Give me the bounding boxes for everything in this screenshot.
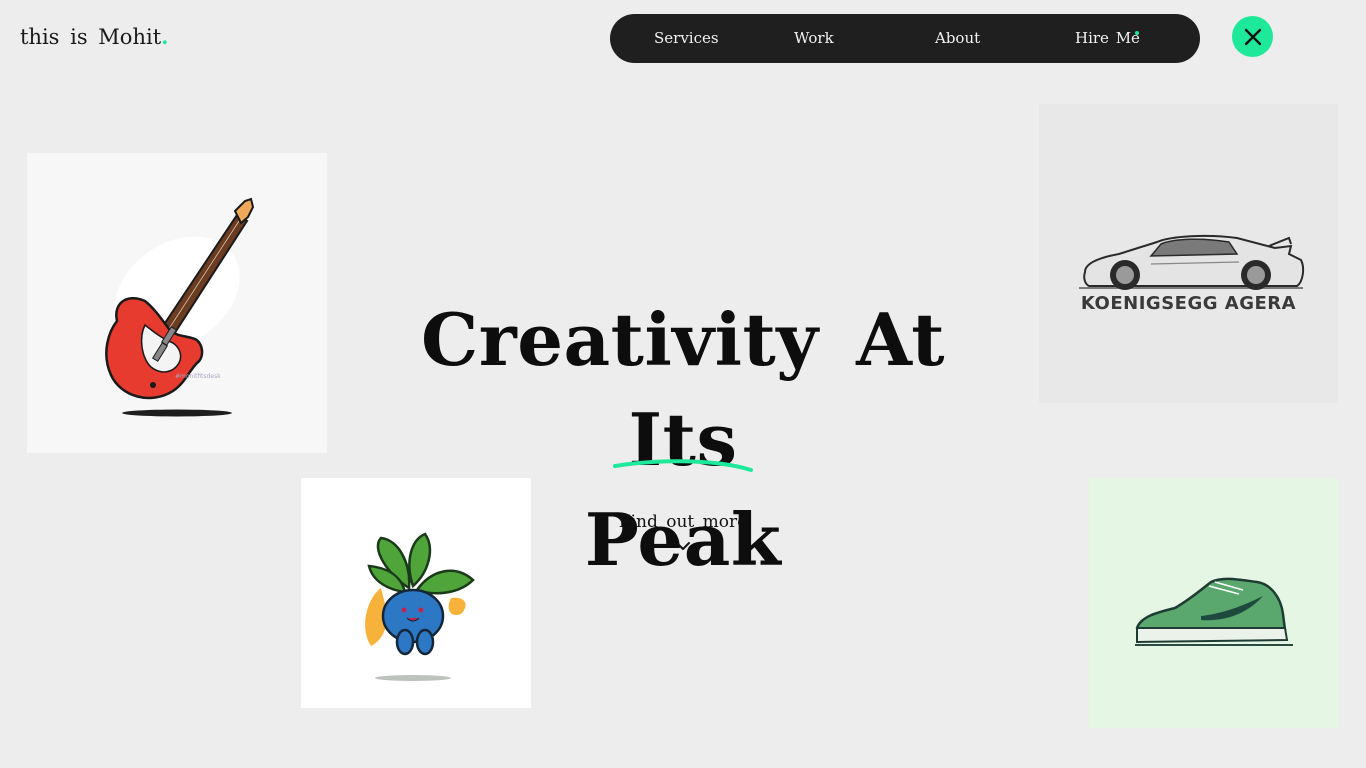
logo-text: this is Mohit [20,25,162,49]
chevron-down-icon[interactable] [675,540,691,552]
site-logo[interactable]: this is Mohit. [20,24,168,49]
hero-headline-line1: Creativity At Its [420,297,945,482]
gallery-tile-guitar[interactable]: #mohitfitsdesk [27,153,327,453]
nav-about-link[interactable]: About [935,29,980,47]
guitar-signature: #mohitfitsdesk [175,373,221,380]
car-illustration [1079,234,1305,290]
nav-work-link[interactable]: Work [794,29,834,47]
nav-hire-me-link[interactable]: Hire Me [1075,29,1140,47]
find-out-more-link[interactable]: Find out more [583,512,783,532]
nav-services-link[interactable]: Services [654,29,719,47]
car-model-label: KOENIGSEGG AGERA [1080,293,1297,314]
close-icon [1244,28,1261,45]
headline-underline-accent [613,459,753,472]
sneaker-illustration [1135,577,1293,646]
gallery-tile-sneaker[interactable] [1089,478,1338,728]
guitar-illustration [105,197,255,417]
main-nav: Services Work About Hire Me [610,14,1200,63]
close-menu-button[interactable] [1232,16,1273,57]
gallery-tile-car[interactable]: KOENIGSEGG AGERA [1039,104,1338,403]
logo-dot: . [161,24,169,49]
hire-me-indicator-dot [1135,31,1139,35]
